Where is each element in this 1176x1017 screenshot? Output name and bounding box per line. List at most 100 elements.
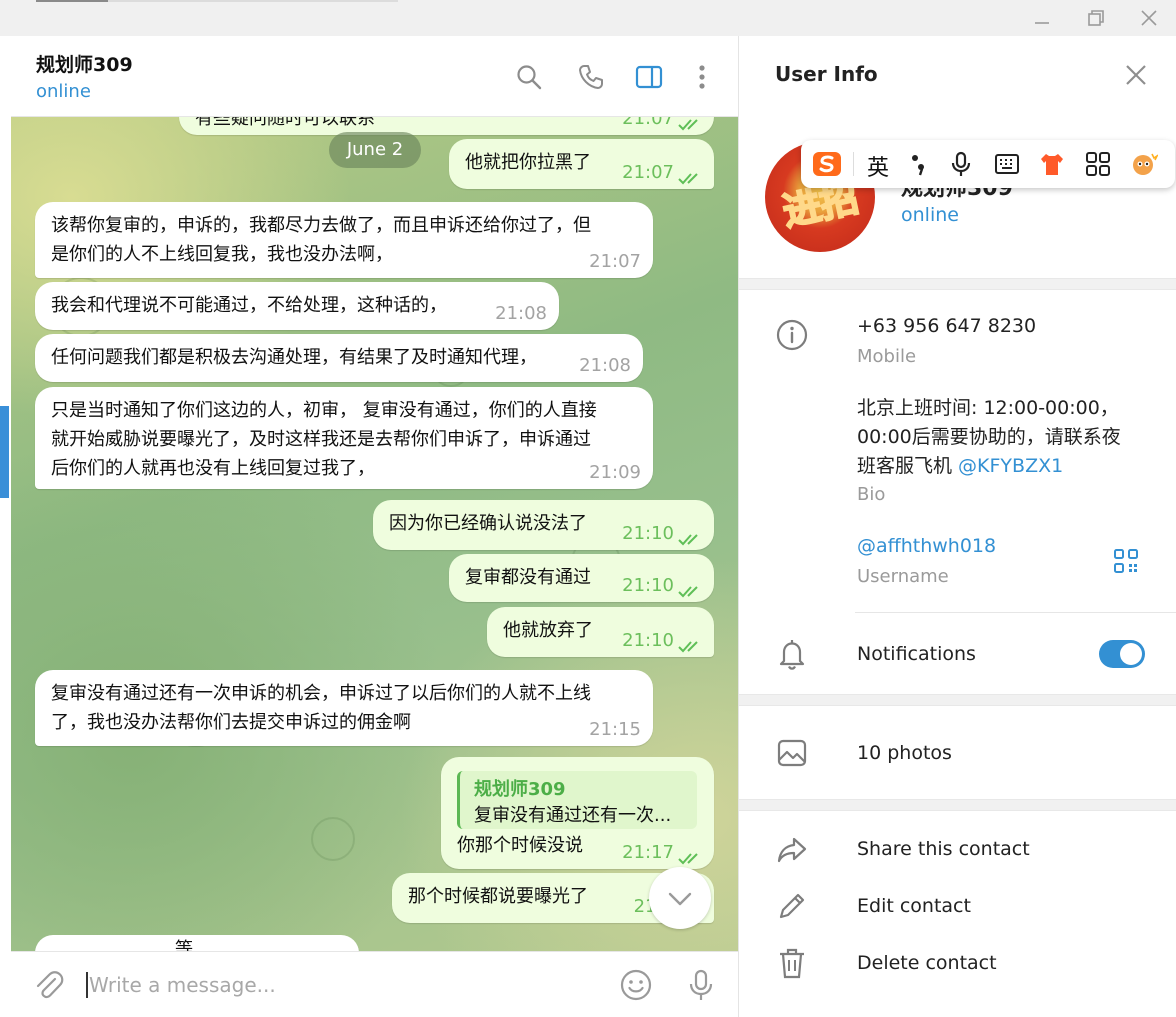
maximize-button[interactable] (1084, 6, 1108, 30)
message-time: 21:07 (589, 251, 641, 272)
message-text: 他就把你拉黑了 (465, 152, 591, 173)
peer-status: online (36, 81, 91, 102)
message-bubble[interactable]: 复审没有通过还有一次申诉的机会，申诉过了以后你们的人就不上线 了，我也没办法帮你… (35, 670, 653, 746)
attach-icon[interactable] (31, 968, 65, 1002)
mascot-icon[interactable] (1130, 150, 1160, 178)
message-text: 有些疑问随时可以联系 (195, 117, 375, 129)
bio-text[interactable]: 北京上班时间: 12:00-00:00， 00:00后需要协助的，请联系夜 班客… (857, 394, 1121, 481)
message-bubble[interactable]: 有些疑问随时可以联系 21:07 (179, 117, 714, 135)
text-cursor (86, 972, 88, 998)
profile-status: online (901, 204, 959, 226)
microphone-icon[interactable] (684, 968, 718, 1002)
username-link[interactable]: @affhthwh018 (857, 532, 996, 561)
message-line: 该帮你复审的，申诉的，我都尽力去做了，而且申诉还给你过了，但 (51, 215, 591, 236)
message-bubble[interactable]: 他就把你拉黑了 21:07 (449, 139, 714, 189)
punctuation-icon[interactable] (905, 150, 933, 178)
message-text: 那个时候都说要曝光了 (408, 886, 588, 907)
section-divider (739, 694, 1176, 706)
delete-contact-button[interactable]: Delete contact (857, 949, 997, 978)
message-bubble[interactable]: 任何问题我们都是积极去沟通处理，有结果了及时通知代理， 21:08 (35, 334, 643, 382)
selected-chat-indicator (0, 406, 9, 498)
emoji-icon[interactable] (619, 968, 653, 1002)
message-text: 复审都没有通过 (465, 567, 591, 588)
sidebar-icon[interactable] (634, 62, 664, 92)
toggle-knob (1120, 643, 1142, 665)
message-bubble[interactable]: 该帮你复审的，申诉的，我都尽力去做了，而且申诉还给你过了，但 是你们的人不上线回… (35, 202, 653, 278)
wallpaper-pattern (311, 817, 355, 861)
message-time: 21:10 (622, 523, 674, 544)
message-text: 任何问题我们都是积极去沟通处理，有结果了及时通知代理， (51, 347, 537, 368)
message-list[interactable]: 有些疑问随时可以联系 21:07 June 2 他就把你拉黑了 21:07 该帮… (11, 117, 738, 951)
message-time: 21:09 (589, 462, 641, 483)
message-bubble[interactable]: 因为你已经确认说没法了 21:10 (373, 500, 714, 550)
close-icon[interactable] (1121, 60, 1151, 90)
bio-line-text: 班客服飞机 (857, 455, 959, 477)
minimize-button[interactable] (1030, 6, 1054, 30)
row-divider (855, 612, 1176, 613)
scroll-down-button[interactable] (649, 867, 711, 929)
peer-name[interactable]: 规划师309 (36, 50, 133, 77)
phone-number[interactable]: +63 956 647 8230 (857, 312, 1036, 341)
more-icon[interactable] (687, 62, 717, 92)
section-divider (739, 799, 1176, 811)
reply-quote[interactable]: 规划师309 复审没有通过还有一次... (457, 771, 697, 829)
message-text: 他就放弃了 (503, 620, 593, 641)
message-bubble[interactable]: 他就放弃了 21:10 (487, 607, 714, 657)
ime-toolbar: 英 (801, 140, 1175, 188)
message-line: 复审没有通过还有一次申诉的机会，申诉过了以后你们的人就不上线 (51, 683, 591, 704)
toolbox-grid-icon[interactable] (1084, 150, 1112, 178)
search-icon[interactable] (514, 62, 544, 92)
trash-icon (775, 946, 809, 980)
message-line: 只是当时通知了你们这边的人，初审， 复审没有通过，你们的人直接 (51, 400, 597, 421)
telegram-window: 规划师309 online 有些疑问随时可以联系 21:07 June 2 他就… (0, 0, 1176, 1017)
tab-indicator (36, 0, 108, 2)
message-time: 21:07 (622, 117, 674, 129)
reply-snippet: 复审没有通过还有一次... (474, 805, 672, 826)
skin-icon[interactable] (1038, 150, 1066, 178)
message-time: 21:07 (622, 162, 674, 183)
notifications-label: Notifications (857, 643, 976, 665)
photo-icon (775, 736, 809, 770)
message-bubble[interactable]: 复审都没有通过 21:10 (449, 554, 714, 602)
message-line: 了，我也没办法帮你们去提交申诉过的佣金啊 (51, 712, 411, 733)
date-separator: June 2 (329, 132, 421, 168)
message-time: 21:15 (589, 719, 641, 740)
bio-line: 北京上班时间: 12:00-00:00， (857, 397, 1119, 419)
message-bubble[interactable]: 只是当时通知了你们这边的人，初审， 复审没有通过，你们的人直接 就开始威胁说要曝… (35, 387, 653, 489)
ime-language-toggle[interactable]: 英 (867, 150, 889, 182)
user-info-panel: User Info 进招 规划师309 online 英 +63 956 647… (738, 36, 1176, 1017)
sogou-logo-icon[interactable] (813, 150, 841, 178)
message-bubble[interactable]: 规划师309 复审没有通过还有一次... 你那个时候没说 21:17 (441, 757, 714, 869)
notifications-toggle[interactable] (1099, 640, 1145, 668)
reply-author: 规划师309 (474, 779, 566, 800)
message-line: 后你们的人就再也没有上线回复过我了， (51, 458, 375, 479)
bio-mention-link[interactable]: @KFYBZX1 (958, 455, 1063, 477)
voice-input-icon[interactable] (947, 150, 975, 178)
share-contact-button[interactable]: Share this contact (857, 835, 1030, 864)
bio-label: Bio (857, 484, 886, 505)
bio-line: 00:00后需要协助的，请联系夜 (857, 426, 1121, 448)
pencil-icon (775, 889, 809, 923)
qr-code-icon[interactable] (1113, 548, 1139, 574)
read-checkmark-icon (678, 846, 704, 865)
edit-contact-button[interactable]: Edit contact (857, 892, 971, 921)
bell-icon (775, 637, 809, 671)
read-checkmark-icon (678, 117, 704, 131)
photos-link[interactable]: 10 photos (857, 739, 952, 768)
message-time: 21:10 (622, 575, 674, 596)
chat-header: 规划师309 online (11, 36, 738, 117)
message-text: 等 (175, 939, 193, 951)
read-checkmark-icon (678, 166, 704, 185)
chat-list-edge (0, 36, 11, 1017)
keyboard-icon[interactable] (993, 150, 1021, 178)
phone-icon[interactable] (576, 62, 606, 92)
message-input[interactable] (89, 968, 609, 1002)
close-window-button[interactable] (1137, 6, 1161, 30)
message-bubble[interactable]: 我会和代理说不可能通过，不给处理，这种话的， 21:08 (35, 282, 559, 330)
tab-strip (108, 0, 398, 2)
chevron-down-icon (668, 892, 692, 906)
message-time: 21:08 (495, 303, 547, 324)
message-text: 我会和代理说不可能通过，不给处理，这种话的， (51, 295, 447, 316)
title-bar (0, 0, 1176, 36)
message-bubble[interactable]: 等 (35, 935, 359, 951)
